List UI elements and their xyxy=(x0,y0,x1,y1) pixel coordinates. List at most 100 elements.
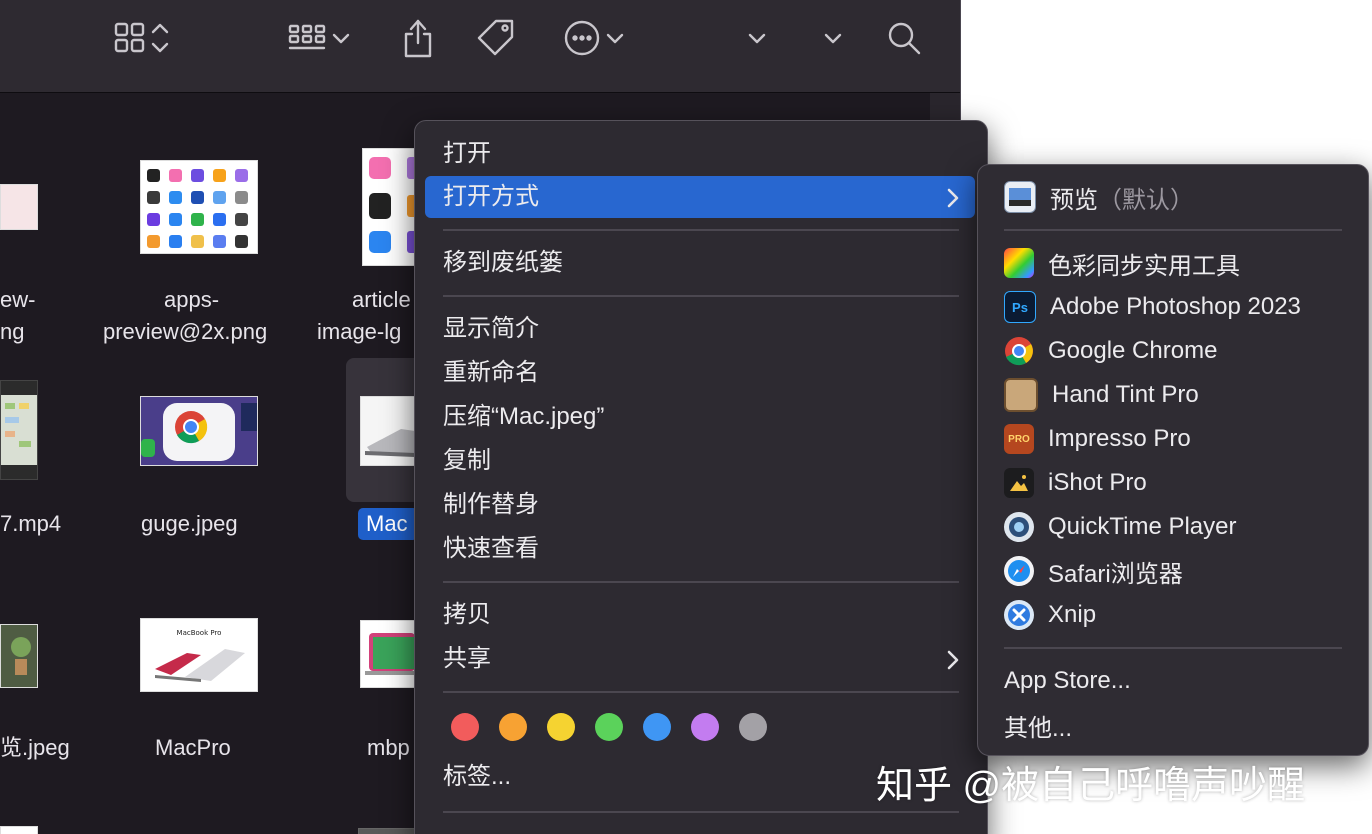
file-name[interactable]: mbp xyxy=(367,732,410,764)
submenu-item-impresso[interactable]: PRO Impresso Pro xyxy=(1004,419,1191,459)
search-icon xyxy=(884,18,924,63)
submenu-item-label: 色彩同步实用工具 xyxy=(1048,252,1240,280)
tag-color-red[interactable] xyxy=(451,713,479,741)
menu-separator xyxy=(443,811,959,813)
group-by-icon xyxy=(286,20,328,61)
file-thumbnail-article[interactable] xyxy=(362,148,417,266)
ishot-icon xyxy=(1004,468,1034,498)
file-thumbnail[interactable] xyxy=(0,624,38,688)
chevron-down-icon xyxy=(820,20,846,61)
file-thumbnail-mac[interactable] xyxy=(360,396,416,466)
menu-item-open-with-label[interactable]: 打开方式 xyxy=(443,177,539,217)
updown-chevron-icon xyxy=(148,20,172,61)
submenu-item-xnip[interactable]: Xnip xyxy=(1004,595,1096,635)
safari-icon xyxy=(1004,556,1034,586)
file-thumbnail-macpro[interactable]: MacBook Pro xyxy=(140,618,258,692)
submenu-item-hand-tint[interactable]: Hand Tint Pro xyxy=(1004,375,1199,415)
file-name[interactable]: preview@2x.png xyxy=(103,316,267,348)
file-thumbnail-video[interactable] xyxy=(0,380,38,480)
menu-item-copy[interactable]: 拷贝 xyxy=(443,595,491,635)
selected-file-name[interactable]: Mac xyxy=(358,508,418,540)
view-switcher-button[interactable] xyxy=(112,18,172,62)
file-thumbnail[interactable] xyxy=(0,184,38,230)
tag-color-yellow[interactable] xyxy=(547,713,575,741)
tag-color-blue[interactable] xyxy=(643,713,671,741)
xnip-icon xyxy=(1004,600,1034,630)
file-thumbnail-apps-preview[interactable] xyxy=(140,160,258,254)
chrome-icon xyxy=(1004,336,1034,366)
toolbar-dropdown-2[interactable] xyxy=(820,18,846,62)
chevron-down-icon xyxy=(744,20,770,61)
submenu-item-preview[interactable]: 预览 （默认） xyxy=(1004,177,1194,217)
file-name[interactable]: image-lg xyxy=(317,316,401,348)
file-thumbnail[interactable] xyxy=(0,826,38,834)
submenu-item-label: iShot Pro xyxy=(1048,469,1147,496)
tag-color-gray[interactable] xyxy=(739,713,767,741)
file-name[interactable]: article xyxy=(352,284,411,316)
submenu-item-app-store[interactable]: App Store... xyxy=(1004,661,1131,701)
chevron-right-icon xyxy=(945,186,961,210)
menu-separator xyxy=(443,691,959,693)
submenu-item-safari[interactable]: Safari浏览器 xyxy=(1004,551,1183,591)
submenu-item-colorsync[interactable]: 色彩同步实用工具 xyxy=(1004,243,1240,283)
file-name[interactable]: apps- xyxy=(164,284,219,316)
tag-color-purple[interactable] xyxy=(691,713,719,741)
file-thumbnail[interactable] xyxy=(358,828,416,834)
search-button[interactable] xyxy=(884,18,924,62)
quicktime-icon xyxy=(1004,512,1034,542)
open-with-submenu: 预览 （默认） 色彩同步实用工具 Ps Adobe Photoshop 2023… xyxy=(977,164,1369,756)
group-by-button[interactable] xyxy=(286,18,354,62)
menu-item-tags[interactable]: 标签... xyxy=(443,757,511,797)
tag-button[interactable] xyxy=(474,18,518,62)
scrollbar[interactable] xyxy=(930,93,960,123)
submenu-item-label: Impresso Pro xyxy=(1048,425,1191,452)
submenu-item-label: Hand Tint Pro xyxy=(1052,381,1199,408)
file-name[interactable]: 7.mp4 xyxy=(0,508,61,540)
default-hint: （默认） xyxy=(1098,186,1194,214)
toolbar-dropdown-1[interactable] xyxy=(744,18,770,62)
menu-item-move-to-trash[interactable]: 移到废纸篓 xyxy=(443,243,563,283)
chevron-right-icon xyxy=(945,648,961,672)
menu-item-open[interactable]: 打开 xyxy=(443,134,491,174)
file-name[interactable]: guge.jpeg xyxy=(141,508,238,540)
screen: ew- ng apps- preview@2x.png article imag… xyxy=(0,0,1372,834)
preview-icon xyxy=(1004,181,1036,213)
menu-item-quick-look[interactable]: 快速查看 xyxy=(443,529,539,569)
svg-text:MacBook Pro: MacBook Pro xyxy=(177,629,222,637)
photoshop-icon: Ps xyxy=(1004,291,1036,323)
share-icon xyxy=(398,16,438,65)
submenu-item-label: Adobe Photoshop 2023 xyxy=(1050,293,1301,320)
share-button[interactable] xyxy=(398,18,438,62)
context-menu: 打开 打开方式 移到废纸篓 显示简介 重新命名 压缩“Mac.jpeg” 复制 … xyxy=(414,120,988,834)
file-thumbnail-guge[interactable] xyxy=(140,396,258,466)
menu-item-get-info[interactable]: 显示简介 xyxy=(443,309,539,349)
file-thumbnail-mbp[interactable] xyxy=(360,620,416,688)
file-name[interactable]: ng xyxy=(0,316,24,348)
file-name[interactable]: 览.jpeg xyxy=(0,732,70,764)
submenu-item-quicktime[interactable]: QuickTime Player xyxy=(1004,507,1236,547)
submenu-item-ishot[interactable]: iShot Pro xyxy=(1004,463,1147,503)
tag-color-green[interactable] xyxy=(595,713,623,741)
tag-color-orange[interactable] xyxy=(499,713,527,741)
submenu-item-photoshop[interactable]: Ps Adobe Photoshop 2023 xyxy=(1004,287,1301,327)
menu-item-compress[interactable]: 压缩“Mac.jpeg” xyxy=(443,397,604,437)
menu-item-duplicate[interactable]: 复制 xyxy=(443,441,491,481)
more-actions-icon xyxy=(562,18,602,63)
menu-item-rename[interactable]: 重新命名 xyxy=(443,353,539,393)
submenu-item-label: 预览 xyxy=(1050,186,1098,214)
submenu-item-label: Safari浏览器 xyxy=(1048,560,1183,588)
submenu-item-chrome[interactable]: Google Chrome xyxy=(1004,331,1217,371)
menu-item-share[interactable]: 共享 xyxy=(443,639,491,679)
submenu-item-label: QuickTime Player xyxy=(1048,513,1237,540)
submenu-item-other[interactable]: 其他... xyxy=(1004,705,1072,745)
chevron-down-icon xyxy=(602,20,628,61)
file-name[interactable]: ew- xyxy=(0,284,35,316)
menu-separator xyxy=(443,229,959,231)
more-actions-button[interactable] xyxy=(562,18,628,62)
finder-toolbar xyxy=(0,0,960,93)
menu-item-make-alias[interactable]: 制作替身 xyxy=(443,485,539,525)
menu-separator xyxy=(1004,647,1342,649)
file-name[interactable]: MacPro xyxy=(155,732,231,764)
grid-view-icon xyxy=(112,20,148,61)
hand-tint-icon xyxy=(1004,378,1038,412)
